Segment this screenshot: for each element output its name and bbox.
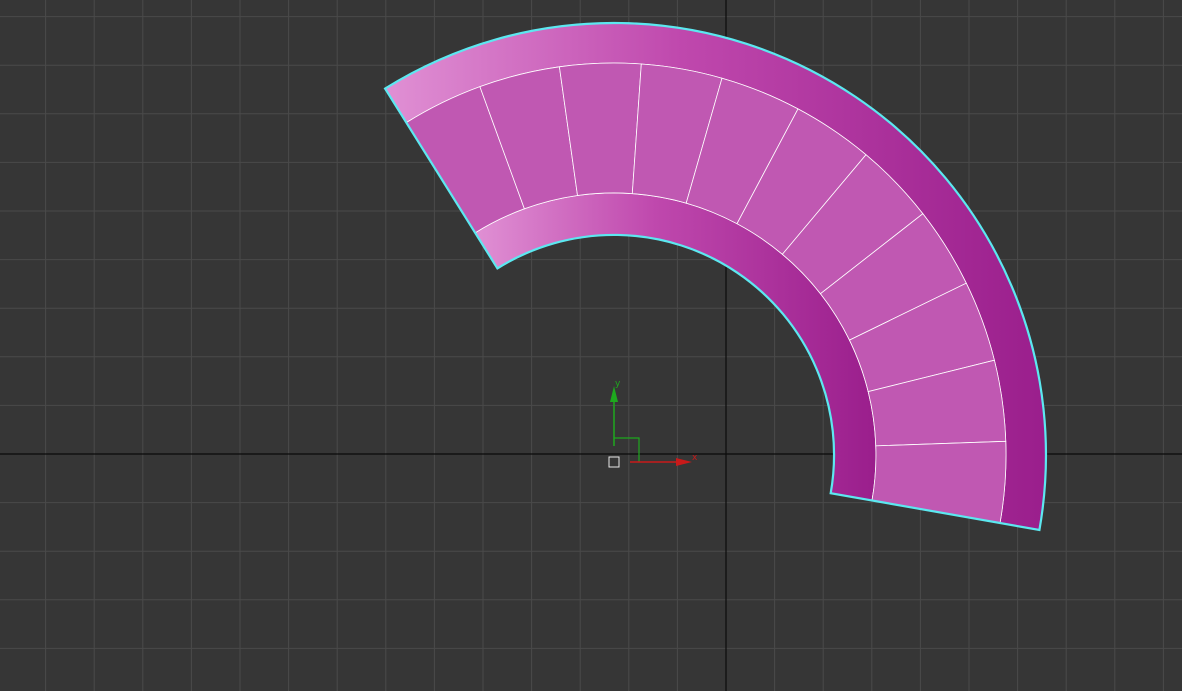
gizmo-x-label: x: [692, 453, 698, 463]
pivot-square-icon[interactable]: [608, 456, 620, 468]
gizmo-x-arrow-icon[interactable]: [676, 458, 692, 466]
stair-step[interactable]: [871, 440, 1007, 524]
gizmo-y-label: y: [615, 379, 621, 389]
viewport-top[interactable]: yx: [0, 0, 1182, 691]
gizmo-plane-handle[interactable]: [614, 437, 640, 462]
viewport-scene[interactable]: yx: [0, 0, 1182, 691]
